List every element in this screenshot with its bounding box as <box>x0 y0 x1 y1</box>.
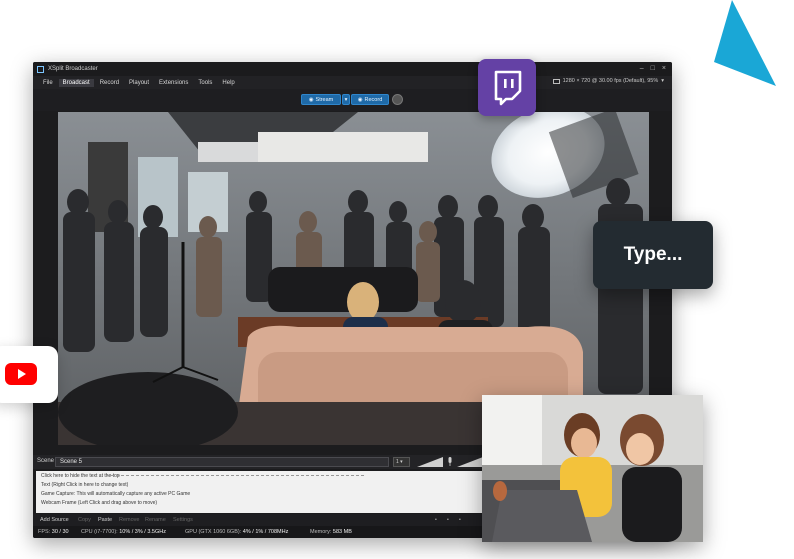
window-title: XSplit Broadcaster <box>48 66 98 72</box>
rename-button[interactable]: Rename <box>145 517 166 523</box>
memory-label: Memory: <box>310 529 332 535</box>
add-source-button[interactable]: Add Source <box>40 517 69 523</box>
menu-record[interactable]: Record <box>96 79 123 87</box>
scene-number: 1 <box>396 459 399 465</box>
resolution-label: 1280 × 720 @ 30.00 fps (Default), 95% <box>562 78 659 84</box>
chevron-down-icon: ▾ <box>661 78 664 84</box>
chevron-down-icon: ▾ <box>400 459 403 465</box>
youtube-icon <box>5 363 37 385</box>
cpu-label: CPU (i7-7700): <box>81 529 118 535</box>
stream-button[interactable]: ◉ Stream <box>301 94 341 105</box>
youtube-card[interactable] <box>0 346 58 403</box>
app-logo-icon <box>37 65 44 73</box>
source-item[interactable]: Text (Right Click in here to change text… <box>41 482 128 488</box>
remove-button[interactable]: Remove <box>119 517 139 523</box>
decorative-cyan-shape <box>714 0 776 86</box>
resolution-selector[interactable]: 1280 × 720 @ 30.00 fps (Default), 95% ▾ <box>552 78 664 84</box>
lock-icon[interactable]: ▪ <box>447 517 449 523</box>
settings-button[interactable]: Settings <box>173 517 193 523</box>
audio-level-meter[interactable] <box>417 457 443 467</box>
scene-selector[interactable]: Scene 5 <box>55 457 389 467</box>
stream-options-button[interactable]: ▾ <box>342 94 350 105</box>
record-icon: ◉ <box>357 96 363 103</box>
scene-number-dropdown[interactable]: 1 ▾ <box>393 457 410 467</box>
source-divider <box>106 475 364 476</box>
paste-button[interactable]: Paste <box>98 517 112 523</box>
record-button[interactable]: ◉ Record <box>351 94 389 105</box>
menu-extensions[interactable]: Extensions <box>155 79 192 87</box>
menu-tools[interactable]: Tools <box>194 79 216 87</box>
source-item[interactable]: Webcam Frame (Left Click and drag above … <box>41 500 157 506</box>
menu-playout[interactable]: Playout <box>125 79 153 87</box>
microphone-icon[interactable] <box>447 457 453 466</box>
monitor-icon <box>552 78 560 84</box>
webcam-frame[interactable] <box>482 395 703 542</box>
twitch-tile[interactable] <box>478 59 536 116</box>
memory-value: 583 MB <box>332 529 352 535</box>
maximize-button[interactable]: □ <box>651 65 655 72</box>
chevron-down-icon: ▾ <box>344 96 348 103</box>
source-item[interactable]: Click here to hide the text at the top <box>41 473 120 479</box>
minimize-button[interactable]: – <box>640 65 644 72</box>
close-button[interactable]: × <box>662 65 666 72</box>
gpu-value: 4% / 1% / 708MHz <box>242 529 289 535</box>
twitch-icon <box>494 70 522 106</box>
copy-button[interactable]: Copy <box>78 517 91 523</box>
source-item[interactable]: Game Capture: This will automatically ca… <box>41 491 190 497</box>
stream-label: Stream <box>315 96 334 103</box>
menu-bar: File Broadcast Record Playout Extensions… <box>33 76 672 89</box>
scene-label: Scene <box>37 458 55 464</box>
menu-file[interactable]: File <box>39 79 57 87</box>
type-text-card: Type... <box>593 221 713 289</box>
broadcast-toolbar: ◉ Stream ▾ ◉ Record <box>33 89 672 111</box>
title-bar: XSplit Broadcaster – □ × <box>33 62 672 76</box>
type-card-text: Type... <box>623 244 683 265</box>
cpu-value: 10% / 3% / 3.5GHz <box>119 529 166 535</box>
camera-icon[interactable] <box>392 94 403 105</box>
fps-label: FPS: <box>38 529 51 535</box>
fps-value: 30 / 30 <box>51 529 69 535</box>
menu-broadcast[interactable]: Broadcast <box>58 78 94 87</box>
mic-level-meter[interactable] <box>457 457 483 467</box>
stream-icon: ◉ <box>308 96 314 103</box>
record-label: Record <box>364 96 383 103</box>
settings-icon[interactable]: ▪ <box>459 517 461 523</box>
folder-icon[interactable]: ▪ <box>435 517 437 523</box>
gpu-label: GPU (GTX 1060 6GB): <box>185 529 242 535</box>
menu-help[interactable]: Help <box>218 79 238 87</box>
webcam-image <box>482 395 703 542</box>
